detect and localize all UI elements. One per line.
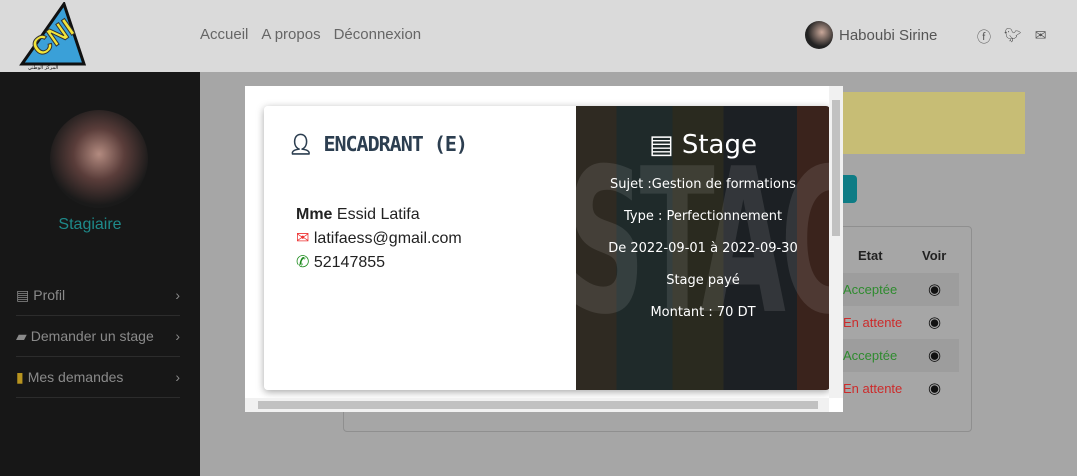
envelope-icon: ✉	[296, 230, 310, 247]
table-row: Acceptée ◉	[843, 339, 959, 372]
alert-box	[843, 92, 1025, 154]
cni-logo: CNIالمركز الوطني	[19, 2, 87, 70]
table-row: Acceptée ◉	[843, 273, 959, 306]
stage-section: STAGE ▤ Stage Sujet :Gestion de formatio…	[566, 106, 830, 390]
status-text: Acceptée	[843, 282, 898, 297]
sidebar-item-profil[interactable]: ▤ Profil ›	[16, 275, 180, 316]
vertical-scrollbar[interactable]	[829, 86, 843, 398]
user-name: Haboubi Sirine	[839, 26, 938, 44]
status-text: En attente	[843, 381, 903, 396]
id-card-icon: ▤	[16, 286, 30, 303]
stage-paye: Stage payé	[666, 273, 740, 288]
user-menu[interactable]: Haboubi Sirine	[805, 21, 937, 49]
stage-montant: Montant : 70 DT	[650, 305, 756, 320]
nav-deconnexion[interactable]: Déconnexion	[334, 26, 422, 43]
stage-type: Type : Perfectionnement	[623, 209, 783, 224]
encadrant-name: Essid Latifa	[336, 206, 420, 223]
encadrant-title: ENCADRANT (E)	[323, 132, 468, 156]
eye-icon[interactable]: ◉	[928, 379, 941, 397]
eye-icon[interactable]: ◉	[928, 346, 941, 364]
table-row: En attente ◉	[843, 372, 959, 405]
book-icon: ▤	[649, 130, 674, 160]
title-prefix: Mme	[296, 206, 333, 223]
eye-icon[interactable]: ◉	[928, 280, 941, 298]
nav-accueil[interactable]: Accueil	[200, 26, 248, 43]
sidebar-item-mes-demandes[interactable]: ▮ Mes demandes ›	[16, 357, 180, 398]
action-button[interactable]	[843, 175, 857, 203]
chevron-right-icon: ›	[175, 287, 180, 303]
modal-dialog: 👤︎ ENCADRANT (E) Mme Essid Latifa ✉ lati…	[245, 86, 843, 412]
chevron-right-icon: ›	[175, 369, 180, 385]
stage-sujet: Sujet :Gestion de formations	[610, 177, 796, 192]
user-tie-icon: 👤︎	[288, 132, 313, 156]
encadrant-phone: 52147855	[313, 254, 386, 271]
id-badge-icon: ▮	[16, 368, 24, 385]
encadrant-section: 👤︎ ENCADRANT (E) Mme Essid Latifa ✉ lati…	[264, 106, 576, 390]
table-row: En attente ◉	[843, 306, 959, 339]
top-header: CNI المركز الوطني Accueil A propos Déconn…	[0, 0, 1077, 72]
svg-text:المركز الوطني: المركز الوطني	[28, 65, 58, 70]
encadrant-email[interactable]: latifaess@gmail.com	[314, 230, 462, 247]
social-links: ⓕ 🐦︎ ✉	[977, 27, 1047, 47]
facebook-icon[interactable]: ⓕ	[977, 27, 991, 47]
avatar	[805, 21, 833, 49]
sidebar-item-demander-stage[interactable]: ▰ Demander un stage ›	[16, 316, 180, 357]
status-text: Acceptée	[843, 348, 898, 363]
profile-avatar	[50, 110, 148, 208]
status-text: En attente	[843, 315, 903, 330]
envelope-icon[interactable]: ✉	[1035, 27, 1047, 47]
folder-plus-icon: ▰	[16, 327, 27, 344]
sidebar: Stagiaire ▤ Profil › ▰ Demander un stage › ▮…	[0, 72, 200, 476]
stage-title: Stage	[681, 130, 757, 160]
stage-dates: De 2022-09-01 à 2022-09-30	[608, 241, 798, 256]
detail-card: 👤︎ ENCADRANT (E) Mme Essid Latifa ✉ lati…	[264, 106, 830, 390]
eye-icon[interactable]: ◉	[928, 313, 941, 331]
chevron-right-icon: ›	[175, 328, 180, 344]
nav-a-propos[interactable]: A propos	[261, 26, 320, 43]
horizontal-scrollbar[interactable]	[245, 398, 829, 412]
phone-icon: ✆	[296, 254, 310, 271]
user-role: Stagiaire	[58, 216, 122, 233]
col-voir: Voir	[922, 248, 947, 263]
main-nav: Accueil A propos Déconnexion	[200, 26, 421, 43]
twitter-icon[interactable]: 🐦︎	[1004, 27, 1022, 47]
col-etat: Etat	[858, 248, 883, 263]
